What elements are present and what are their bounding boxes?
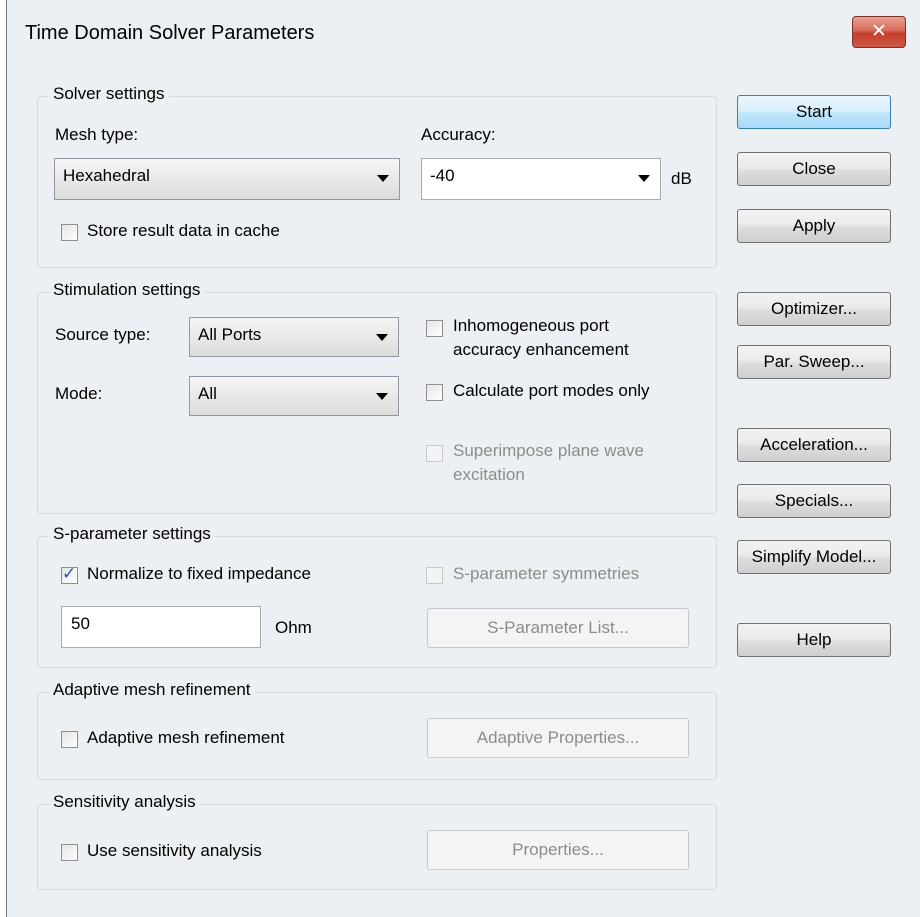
sensitivity-checkbox[interactable] bbox=[61, 844, 78, 861]
adaptive-group-label: Adaptive mesh refinement bbox=[49, 680, 255, 700]
close-button[interactable]: Close bbox=[737, 152, 891, 186]
accuracy-value: -40 bbox=[430, 166, 455, 185]
normalize-label: Normalize to fixed impedance bbox=[87, 564, 311, 583]
accuracy-unit: dB bbox=[671, 169, 692, 188]
start-button[interactable]: Start bbox=[737, 95, 891, 129]
mesh-type-dropdown[interactable]: Hexahedral bbox=[54, 158, 400, 200]
chevron-down-icon bbox=[376, 334, 388, 341]
window-title: Time Domain Solver Parameters bbox=[25, 22, 315, 44]
par-sweep-button[interactable]: Par. Sweep... bbox=[737, 345, 891, 379]
superimpose-label-line2: excitation bbox=[453, 465, 525, 484]
mode-dropdown[interactable]: All bbox=[189, 376, 399, 416]
accuracy-label: Accuracy: bbox=[421, 125, 496, 144]
mesh-type-label: Mesh type: bbox=[55, 125, 139, 144]
chevron-down-icon bbox=[377, 175, 389, 182]
inhomogeneous-label-line2: accuracy enhancement bbox=[453, 340, 629, 359]
store-cache-label: Store result data in cache bbox=[87, 221, 280, 240]
checkmark-icon: ✓ bbox=[62, 564, 77, 583]
source-type-value: All Ports bbox=[198, 325, 262, 344]
dialog-window: Time Domain Solver Parameters ✕ Solver s… bbox=[6, 0, 920, 917]
inhomogeneous-label-line1: Inhomogeneous port bbox=[453, 316, 609, 335]
sparam-settings-label: S-parameter settings bbox=[49, 524, 215, 544]
adaptive-checkbox-label: Adaptive mesh refinement bbox=[87, 728, 285, 747]
sensitivity-group-label: Sensitivity analysis bbox=[49, 792, 200, 812]
normalize-checkbox[interactable]: ✓ bbox=[61, 564, 78, 584]
impedance-unit: Ohm bbox=[275, 618, 312, 637]
simplify-model-button[interactable]: Simplify Model... bbox=[737, 540, 891, 574]
calc-port-modes-checkbox[interactable] bbox=[426, 384, 443, 401]
superimpose-label-line1: Superimpose plane wave bbox=[453, 441, 644, 460]
calc-port-modes-label: Calculate port modes only bbox=[453, 381, 650, 400]
mode-value: All bbox=[198, 384, 217, 403]
chevron-down-icon bbox=[638, 175, 650, 182]
impedance-value: 50 bbox=[71, 614, 90, 633]
help-button[interactable]: Help bbox=[737, 623, 891, 657]
sparam-settings-group: S-parameter settings bbox=[37, 524, 717, 668]
window-close-button[interactable]: ✕ bbox=[852, 16, 906, 48]
superimpose-checkbox[interactable] bbox=[426, 445, 443, 462]
sensitivity-properties-button[interactable]: Properties... bbox=[427, 830, 689, 870]
source-type-label: Source type: bbox=[55, 325, 151, 344]
mesh-type-value: Hexahedral bbox=[63, 166, 150, 185]
inhomogeneous-checkbox[interactable] bbox=[426, 320, 443, 337]
sparam-symmetries-label: S-parameter symmetries bbox=[453, 564, 640, 583]
solver-settings-label: Solver settings bbox=[49, 84, 169, 104]
sparam-symmetries-checkbox[interactable] bbox=[426, 567, 443, 584]
stimulation-settings-label: Stimulation settings bbox=[49, 280, 205, 300]
store-cache-checkbox[interactable] bbox=[61, 224, 78, 241]
optimizer-button[interactable]: Optimizer... bbox=[737, 292, 891, 326]
accuracy-dropdown[interactable]: -40 bbox=[421, 158, 661, 200]
sparam-list-button[interactable]: S-Parameter List... bbox=[427, 608, 689, 648]
apply-button[interactable]: Apply bbox=[737, 209, 891, 243]
mode-label: Mode: bbox=[55, 384, 103, 403]
adaptive-checkbox[interactable] bbox=[61, 731, 78, 748]
chevron-down-icon bbox=[376, 393, 388, 400]
impedance-input[interactable]: 50 bbox=[61, 606, 261, 648]
source-type-dropdown[interactable]: All Ports bbox=[189, 317, 399, 357]
title-bar: Time Domain Solver Parameters ✕ bbox=[7, 0, 920, 72]
specials-button[interactable]: Specials... bbox=[737, 484, 891, 518]
sensitivity-checkbox-label: Use sensitivity analysis bbox=[87, 841, 262, 860]
adaptive-properties-button[interactable]: Adaptive Properties... bbox=[427, 718, 689, 758]
acceleration-button[interactable]: Acceleration... bbox=[737, 428, 891, 462]
